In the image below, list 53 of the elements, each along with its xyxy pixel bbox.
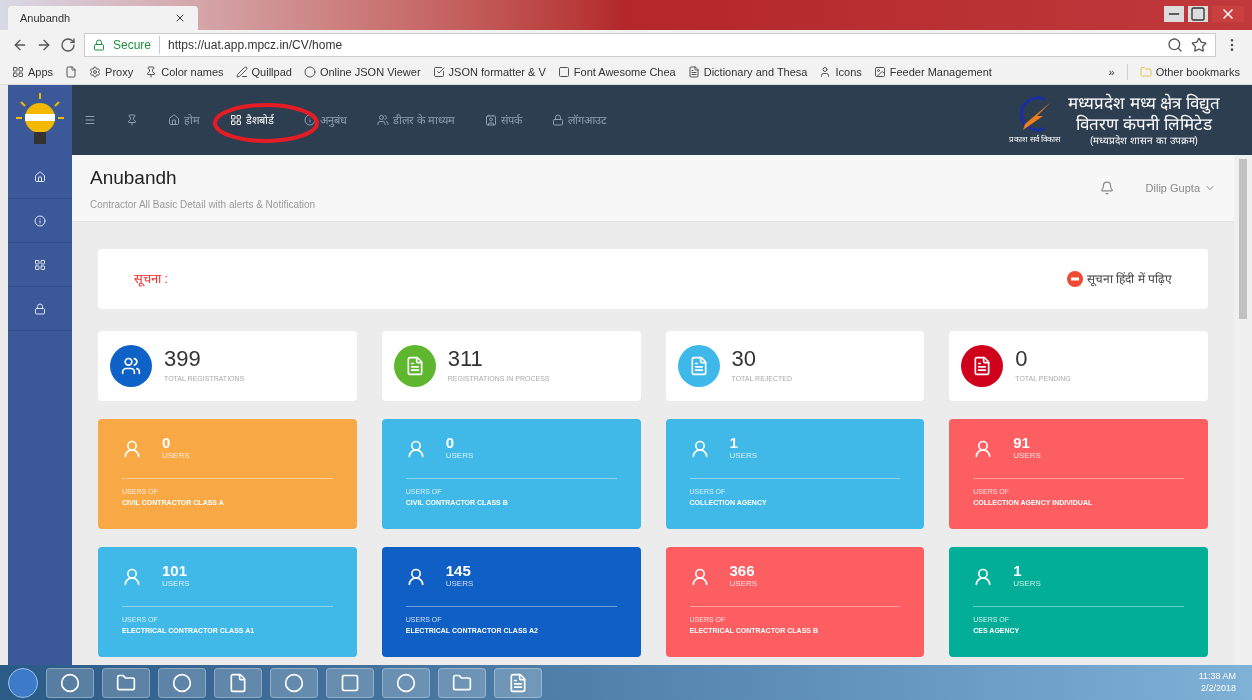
browser-tab[interactable]: Anubandh (8, 6, 198, 30)
company-subtitle: (मध्यप्रदेश शासन का उपक्रम) (1089, 135, 1198, 148)
nav-item[interactable]: डीलर के माध्यम (377, 111, 456, 129)
bookmarks-overflow[interactable]: » (1108, 63, 1115, 81)
count-unit: USERS (1013, 450, 1041, 462)
bookmark[interactable]: Color names (145, 63, 224, 81)
bookmark[interactable]: Online JSON Viewer (303, 63, 421, 81)
count-unit: USERS (162, 578, 190, 590)
bookmark[interactable]: Apps (12, 63, 54, 81)
count-unit: USERS (729, 450, 758, 462)
count-unit: USERS (162, 450, 190, 462)
user-count: 1 (729, 435, 739, 450)
count-unit: USERS (1013, 578, 1041, 590)
bookmark[interactable]: Dictionary and Thesa (687, 63, 808, 81)
notice-link[interactable]: सूचना हिंदी में पढ़िए (1067, 270, 1172, 288)
bookmark[interactable]: Proxy (89, 63, 134, 81)
logo-tagline: प्रकाश सर्व विकास (1009, 134, 1060, 146)
stat-value: 30 (731, 347, 757, 370)
user-count: 0 (445, 435, 456, 450)
clock-time: 11:38 AM (1198, 671, 1236, 683)
bookmark[interactable]: Icons (819, 63, 862, 81)
nav-item[interactable]: अनुबंध (304, 111, 347, 129)
stat-value: 311 (447, 347, 484, 370)
nav-item[interactable]: लॉगआउट (552, 111, 608, 129)
stat-value: 399 (164, 347, 202, 370)
user-count: 0 (162, 435, 172, 450)
bookmark[interactable]: Other bookmarks (1126, 63, 1240, 81)
page-subtitle: Contractor All Basic Detail with alerts & Notification (90, 197, 316, 212)
url-text: https://uat.app.mpcz.in/CV/home (159, 36, 343, 54)
clock-date: 2/2/2018 (1200, 682, 1236, 694)
user-count: 366 (729, 563, 756, 578)
bookmark[interactable]: JSON formatter & V (432, 63, 546, 81)
company-name: वितरण कंपनी लिमिटेड (1076, 113, 1212, 135)
bookmark[interactable]: Feeder Management (873, 63, 992, 81)
nav-item[interactable]: संपर्क (485, 111, 523, 129)
page-title: Anubandh (90, 166, 178, 191)
count-unit: USERS (729, 578, 758, 590)
bookmark[interactable]: Quillpad (235, 63, 292, 81)
user-menu[interactable]: Dilip Gupta (1145, 179, 1216, 197)
company-name: मध्यप्रदेश मध्य क्षेत्र विद्युत (1067, 92, 1220, 114)
count-unit: USERS (445, 450, 474, 462)
secure-label: Secure (113, 37, 152, 54)
nav-item[interactable]: होम (168, 111, 200, 129)
nav-item[interactable]: डैशबोर्ड (230, 111, 274, 129)
notice-label: सूचना : (134, 270, 169, 289)
address-field[interactable]: Secure https://uat.app.mpcz.in/CV/home (84, 33, 1216, 57)
user-count: 1 (1013, 563, 1023, 578)
user-count: 91 (1013, 435, 1031, 450)
user-count: 145 (445, 563, 472, 578)
count-unit: USERS (445, 578, 474, 590)
user-count: 101 (162, 563, 189, 578)
bookmark[interactable]: Font Awesome Chea (557, 63, 676, 81)
stat-value: 0 (1015, 347, 1029, 370)
